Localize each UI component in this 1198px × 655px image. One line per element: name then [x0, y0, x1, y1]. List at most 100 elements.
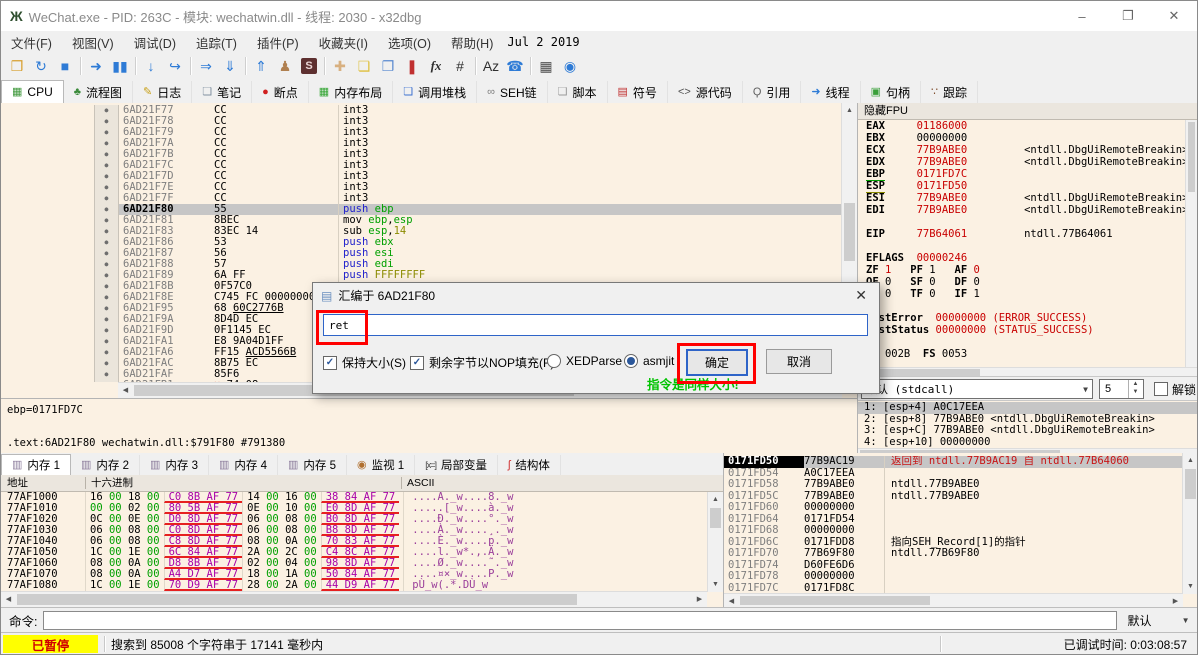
scroll-thumb[interactable] — [1188, 122, 1195, 192]
tab-结构体[interactable]: ʃ结构体 — [498, 455, 561, 475]
scroll-down-arrow[interactable]: ▼ — [1183, 579, 1198, 594]
menu-item[interactable]: 视图(V) — [62, 33, 124, 52]
open-file-icon[interactable]: ❒ — [5, 54, 29, 78]
tab-跟踪[interactable]: ∵跟踪 — [921, 81, 978, 103]
bookmarks-icon[interactable]: ❚ — [400, 54, 424, 78]
scroll-right-arrow[interactable]: ▶ — [1168, 594, 1183, 607]
dialog-close-icon[interactable]: ✕ — [855, 287, 867, 304]
stack-row[interactable]: 0171FD6000000000 — [724, 502, 1183, 514]
register-list[interactable]: EAX 01186000EBX 00000000ECX 77B9ABE0 <nt… — [858, 120, 1197, 367]
strings-s-icon[interactable]: S — [301, 58, 317, 74]
step-out-icon[interactable]: ⇓ — [218, 54, 242, 78]
stack-args-list[interactable]: 1: [esp+4] A0C17EEA2: [esp+8] 77B9ABE0 <… — [858, 400, 1197, 449]
menu-item[interactable]: 帮助(H) — [441, 33, 503, 52]
register-line[interactable]: LastStatus 00000000 (STATUS_SUCCESS) — [858, 324, 1197, 336]
register-line[interactable]: EBP 0171FD7C — [858, 168, 1197, 180]
stack-vscrollbar[interactable]: ▲ ▼ — [1182, 453, 1198, 594]
unlock-checkbox[interactable] — [1154, 382, 1168, 396]
scroll-up-arrow[interactable]: ▲ — [708, 492, 723, 507]
menu-item[interactable]: 文件(F) — [1, 33, 62, 52]
breakpoint-dot-icon[interactable]: ● — [105, 293, 109, 301]
step-into-icon[interactable]: ↓ — [139, 54, 163, 78]
breakpoint-dot-icon[interactable]: ● — [105, 249, 109, 257]
tab-句柄[interactable]: ▣句柄 — [861, 81, 921, 103]
tab-局部变量[interactable]: [x=]局部变量 — [415, 455, 498, 475]
register-line[interactable] — [858, 300, 1197, 312]
breakpoint-dot-icon[interactable]: ● — [105, 326, 109, 334]
breakpoint-dot-icon[interactable]: ● — [105, 238, 109, 246]
stack-row[interactable]: 0171FD6800000000 — [724, 525, 1183, 537]
breakpoint-dot-icon[interactable]: ● — [105, 381, 109, 382]
breakpoint-dot-icon[interactable]: ● — [105, 359, 109, 367]
command-input[interactable] — [43, 611, 1117, 630]
menu-item[interactable]: 收藏夹(I) — [309, 33, 378, 52]
tab-引用[interactable]: Ϙ引用 — [743, 81, 802, 103]
menu-item[interactable]: 追踪(T) — [186, 33, 247, 52]
breakpoint-dot-icon[interactable]: ● — [105, 194, 109, 202]
tab-断点[interactable]: ●断点 — [252, 81, 309, 103]
labels-icon[interactable]: ❐ — [376, 54, 400, 78]
tab-监视 1[interactable]: ◉监视 1 — [347, 455, 415, 475]
register-line[interactable] — [858, 240, 1197, 252]
breakpoint-dot-icon[interactable]: ● — [105, 106, 109, 114]
register-line[interactable]: LastError 00000000 (ERROR_SUCCESS) — [858, 312, 1197, 324]
menu-item[interactable]: 插件(P) — [247, 33, 309, 52]
register-line[interactable]: CF 0 TF 0 IF 1 — [858, 288, 1197, 300]
breakpoint-dot-icon[interactable]: ● — [105, 304, 109, 312]
stack-arg-line[interactable]: 4: [esp+10] 00000000 — [858, 437, 1197, 449]
scroll-thumb[interactable] — [844, 203, 855, 261]
breakpoint-dot-icon[interactable]: ● — [105, 150, 109, 158]
stack-row[interactable]: 0171FD640171FD54 — [724, 514, 1183, 526]
ok-button[interactable]: 确定 — [686, 349, 748, 376]
scroll-thumb[interactable] — [740, 596, 930, 605]
scroll-up-arrow[interactable]: ▲ — [842, 103, 857, 118]
cancel-button[interactable]: 取消 — [766, 349, 832, 374]
register-line[interactable]: EBX 00000000 — [858, 132, 1197, 144]
step-over-icon[interactable]: ↪ — [163, 54, 187, 78]
tab-SEH链[interactable]: ∞SEH链 — [477, 81, 548, 103]
breakpoint-dot-icon[interactable]: ● — [105, 227, 109, 235]
tab-线程[interactable]: ➜线程 — [801, 81, 860, 103]
register-line[interactable]: EAX 01186000 — [858, 120, 1197, 132]
calculator-icon[interactable]: ▦ — [534, 54, 558, 78]
scroll-right-arrow[interactable]: ▶ — [692, 592, 707, 607]
register-line[interactable]: ECX 77B9ABE0 <ntdll.DbgUiRemoteBreakin> — [858, 144, 1197, 156]
hash-icon[interactable]: # — [448, 54, 472, 78]
register-line[interactable]: EDI 77B9ABE0 <ntdll.DbgUiRemoteBreakin> — [858, 204, 1197, 216]
stack-row[interactable]: 0171FD7077B69F80ntdll.77B69F80 — [724, 548, 1183, 560]
breakpoint-dot-icon[interactable]: ● — [105, 183, 109, 191]
scroll-thumb[interactable] — [1185, 469, 1196, 499]
register-line[interactable]: EFLAGS 00000246 — [858, 252, 1197, 264]
scroll-thumb[interactable] — [17, 594, 577, 605]
maximize-button[interactable]: ❐ — [1105, 1, 1151, 31]
tab-内存 3[interactable]: ▥内存 3 — [140, 455, 209, 475]
minimize-button[interactable]: – — [1059, 1, 1105, 31]
breakpoint-dot-icon[interactable]: ● — [105, 282, 109, 290]
breakpoint-dot-icon[interactable]: ● — [105, 337, 109, 345]
tab-内存布局[interactable]: ▦内存布局 — [309, 81, 393, 103]
register-line[interactable]: ZF 1 PF 1 AF 0 — [858, 264, 1197, 276]
tab-内存 2[interactable]: ▥内存 2 — [71, 455, 140, 475]
stack-row[interactable]: 0171FD5877B9ABE0ntdll.77B9ABE0 — [724, 479, 1183, 491]
register-line[interactable]: EIP 77B64061 ntdll.77B64061 — [858, 228, 1197, 240]
scroll-left-arrow[interactable]: ◀ — [724, 594, 739, 607]
attach-icon[interactable]: ♟ — [273, 54, 297, 78]
globe-icon[interactable]: ◉ — [558, 54, 582, 78]
execute-till-return-icon[interactable]: ⇑ — [249, 54, 273, 78]
scroll-left-arrow[interactable]: ◀ — [1, 592, 16, 607]
breakpoint-dot-icon[interactable]: ● — [105, 205, 109, 213]
scroll-thumb[interactable] — [710, 508, 721, 528]
menu-item[interactable]: 选项(O) — [378, 33, 441, 52]
breakpoint-dot-icon[interactable]: ● — [105, 348, 109, 356]
breakpoint-dot-icon[interactable]: ● — [105, 128, 109, 136]
tab-CPU[interactable]: ▦CPU — [1, 80, 64, 104]
dialog-title-bar[interactable]: ▤ 汇编于 6AD21F80 ✕ — [313, 283, 879, 308]
register-line[interactable]: ESI 77B9ABE0 <ntdll.DbgUiRemoteBreakin> — [858, 192, 1197, 204]
stack-row[interactable]: 0171FD7800000000 — [724, 571, 1183, 583]
breakpoint-dot-icon[interactable]: ● — [105, 161, 109, 169]
register-line[interactable]: EDX 77B9ABE0 <ntdll.DbgUiRemoteBreakin> — [858, 156, 1197, 168]
tab-符号[interactable]: ▤符号 — [608, 81, 668, 103]
xedparse-radio[interactable] — [547, 354, 561, 368]
keep-size-checkbox[interactable]: ✓ — [323, 356, 337, 370]
register-line[interactable]: OF 0 SF 0 DF 0 — [858, 276, 1197, 288]
